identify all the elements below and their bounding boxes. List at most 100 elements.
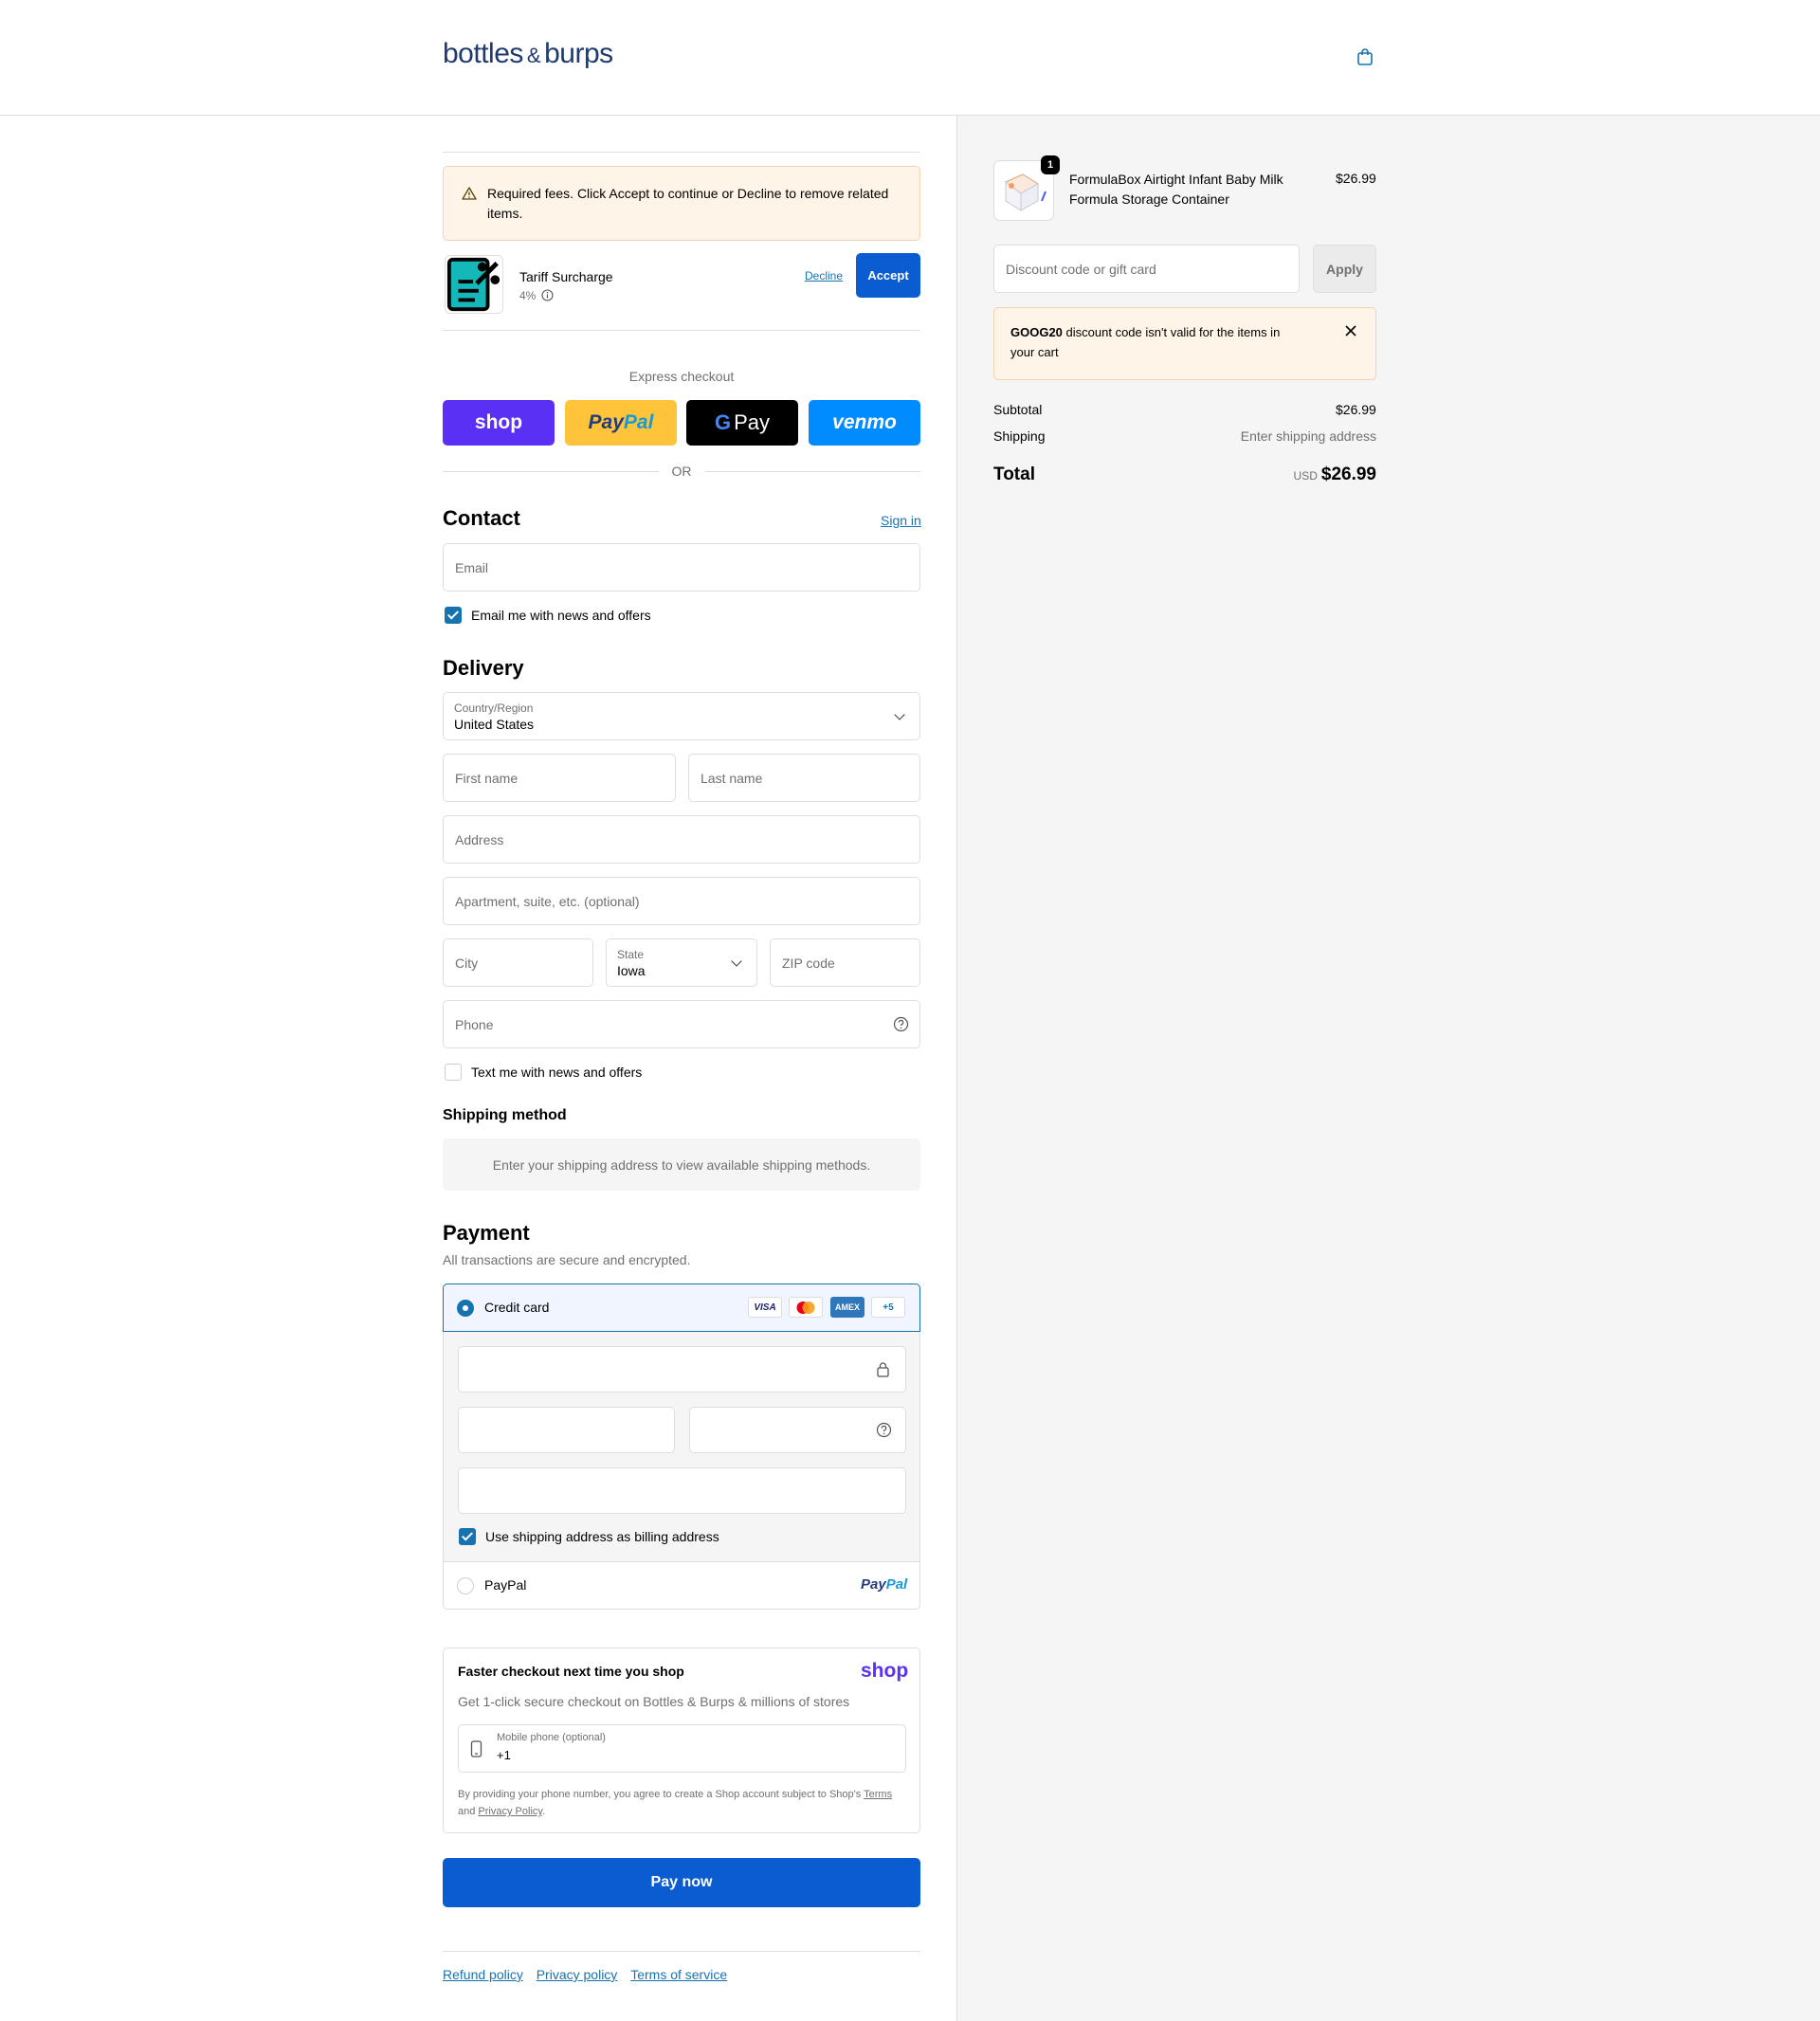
discount-code-value: GOOG20: [1010, 325, 1063, 339]
sign-in-link[interactable]: Sign in: [881, 513, 921, 528]
tariff-item-image: [445, 255, 503, 314]
discount-error-notice: GOOG20 discount code isn't valid for the…: [993, 307, 1376, 380]
logo-text-burps: burps: [544, 38, 613, 69]
address-field[interactable]: Address: [443, 815, 920, 864]
shipping-method-notice: Enter your shipping address to view avai…: [443, 1138, 920, 1191]
venmo-label: venmo: [832, 411, 897, 433]
contact-heading: Contact: [443, 506, 520, 530]
express-checkout-title: Express checkout: [628, 369, 735, 384]
shipping-label: Shipping: [993, 428, 1046, 444]
state-select[interactable]: State Iowa: [606, 938, 757, 987]
email-news-checkbox[interactable]: [445, 607, 462, 624]
zip-placeholder: ZIP code: [782, 956, 835, 971]
paypal-express-button[interactable]: Pay Pal: [565, 400, 677, 446]
state-label: State: [617, 948, 645, 961]
decline-fee-link[interactable]: Decline: [805, 269, 843, 282]
divider: [443, 1951, 920, 1952]
shop-privacy-link[interactable]: Privacy Policy: [478, 1806, 542, 1817]
refund-policy-link[interactable]: Refund policy: [443, 1967, 523, 1982]
country-label: Country/Region: [454, 701, 534, 715]
billing-address-checkbox[interactable]: [459, 1528, 476, 1545]
mobile-phone-label: Mobile phone (optional): [497, 1732, 606, 1743]
shop-pay-title: Faster checkout next time you shop: [458, 1664, 684, 1679]
last-name-placeholder: Last name: [701, 771, 763, 786]
paypal-radio[interactable]: [457, 1577, 474, 1594]
email-placeholder: Email: [455, 560, 489, 575]
name-on-card-field[interactable]: [458, 1467, 906, 1514]
total-amount: USD $26.99: [1232, 464, 1376, 485]
shop-pay-signup: Faster checkout next time you shop shop …: [443, 1648, 920, 1833]
privacy-policy-link[interactable]: Privacy policy: [537, 1967, 618, 1982]
total-currency: USD: [1293, 469, 1318, 482]
shipping-method-heading: Shipping method: [443, 1107, 567, 1123]
last-name-field[interactable]: Last name: [688, 754, 920, 802]
pay-now-button[interactable]: Pay now: [443, 1858, 920, 1907]
subtotal-label: Subtotal: [993, 402, 1043, 417]
help-icon[interactable]: [876, 1422, 892, 1438]
venmo-button[interactable]: venmo: [809, 400, 920, 446]
total-label: Total: [993, 464, 1035, 484]
accept-fee-button[interactable]: Accept: [856, 253, 920, 298]
country-select[interactable]: Country/Region United States: [443, 692, 920, 740]
paypal-label: PayPal: [484, 1577, 527, 1593]
mobile-phone-value: +1: [497, 1748, 511, 1762]
mobile-phone-field[interactable]: Mobile phone (optional) +1: [458, 1724, 906, 1773]
google-pay-label: Pay: [734, 410, 771, 434]
paypal-label-pal: Pal: [623, 411, 654, 433]
or-separator: OR: [671, 464, 692, 479]
shop-pay-subtitle: Get 1-click secure checkout on Bottles &…: [458, 1694, 850, 1709]
address-placeholder: Address: [455, 832, 504, 847]
phone-field[interactable]: Phone: [443, 1000, 920, 1048]
zip-field[interactable]: ZIP code: [770, 938, 920, 987]
phone-placeholder: Phone: [455, 1017, 494, 1032]
subtotal-value: $26.99: [1336, 402, 1376, 417]
help-icon[interactable]: [893, 1016, 909, 1032]
apartment-field[interactable]: Apartment, suite, etc. (optional): [443, 877, 920, 925]
expiration-date-field[interactable]: [458, 1407, 675, 1453]
shop-terms-link[interactable]: Terms: [864, 1789, 892, 1800]
info-icon[interactable]: [541, 289, 554, 301]
google-g-icon: G: [714, 410, 732, 434]
paypal-option[interactable]: PayPal PayPal: [443, 1561, 920, 1610]
credit-card-radio[interactable]: [457, 1300, 474, 1317]
shop-pay-label: shop: [474, 411, 523, 433]
product-name-line-1: FormulaBox Airtight Infant Baby Milk: [1069, 172, 1283, 187]
store-logo[interactable]: bottles & burps: [443, 38, 613, 70]
shop-logo: shop: [861, 1660, 909, 1682]
paypal-label-pay: Pay: [588, 411, 624, 433]
text-news-checkbox[interactable]: [445, 1064, 462, 1081]
fees-notice: Required fees. Click Accept to continue …: [443, 166, 920, 241]
divider: [443, 152, 920, 153]
shipping-value: Enter shipping address: [1240, 428, 1376, 444]
city-placeholder: City: [455, 956, 479, 971]
state-value: Iowa: [617, 963, 646, 978]
divider: [443, 330, 920, 331]
quantity-badge: 1: [1041, 155, 1060, 174]
tariff-item-name: Tariff Surcharge: [519, 269, 613, 284]
shop-pay-legal: By providing your phone number, you agre…: [458, 1789, 893, 1817]
chevron-down-icon: [894, 709, 905, 720]
security-code-field[interactable]: [689, 1407, 906, 1453]
terms-of-service-link[interactable]: Terms of service: [630, 1967, 727, 1982]
payment-subtitle: All transactions are secure and encrypte…: [443, 1252, 691, 1267]
shop-pay-button[interactable]: shop: [443, 400, 555, 446]
apply-discount-button[interactable]: Apply: [1313, 245, 1376, 293]
shopping-bag-icon[interactable]: [1356, 47, 1374, 66]
lock-icon: [877, 1362, 889, 1377]
delivery-heading: Delivery: [443, 656, 524, 680]
first-name-field[interactable]: First name: [443, 754, 676, 802]
tariff-document-icon: [446, 257, 500, 312]
amex-icon: AMEX: [830, 1297, 864, 1318]
divider: [443, 471, 659, 472]
product-name-line-2: Formula Storage Container: [1069, 191, 1229, 207]
chevron-down-icon: [731, 956, 742, 967]
close-icon[interactable]: [1345, 325, 1356, 337]
visa-icon: VISA: [748, 1297, 782, 1318]
google-pay-button[interactable]: G Pay: [686, 400, 798, 446]
city-field[interactable]: City: [443, 938, 593, 987]
discount-code-field[interactable]: Discount code or gift card: [993, 245, 1300, 293]
email-field[interactable]: Email: [443, 543, 920, 592]
mobile-phone-icon: [470, 1740, 482, 1757]
fees-notice-text: Required fees. Click Accept to continue …: [487, 186, 889, 221]
card-number-field[interactable]: [458, 1346, 906, 1393]
